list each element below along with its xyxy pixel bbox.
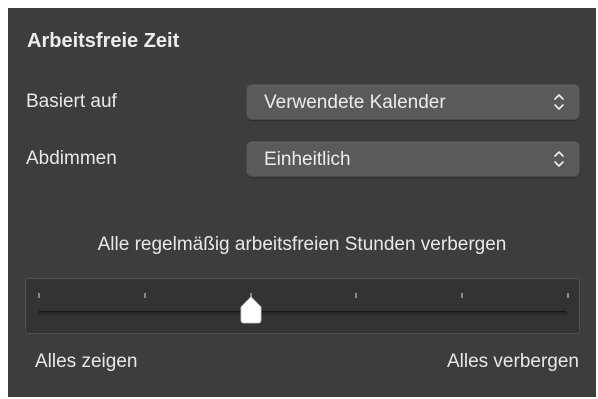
slider-thumb[interactable] <box>239 296 263 324</box>
show-all-label: Alles zeigen <box>35 351 138 372</box>
slider-tick <box>461 293 464 298</box>
dim-label: Abdimmen <box>26 148 117 169</box>
based-on-popup[interactable]: Verwendete Kalender <box>246 84 580 120</box>
dim-value: Einheitlich <box>264 149 351 170</box>
slider-tick <box>567 293 569 298</box>
hide-hours-slider[interactable] <box>25 278 580 334</box>
dim-popup[interactable]: Einheitlich <box>246 141 580 177</box>
chevron-updown-icon <box>554 151 564 167</box>
slider-tick <box>143 293 146 298</box>
chevron-updown-icon <box>554 94 564 110</box>
hide-all-label: Alles verbergen <box>446 351 579 372</box>
slider-caption: Alle regelmäßig arbeitsfreien Stunden ve… <box>97 234 507 255</box>
non-working-time-panel: Arbeitsfreie Zeit Basiert auf Verwendete… <box>8 8 596 397</box>
slider-track[interactable] <box>38 311 567 315</box>
section-title: Arbeitsfreie Zeit <box>27 30 180 52</box>
based-on-value: Verwendete Kalender <box>264 92 446 113</box>
slider-tick <box>38 293 40 298</box>
slider-tick <box>355 293 358 298</box>
based-on-label: Basiert auf <box>26 91 117 112</box>
